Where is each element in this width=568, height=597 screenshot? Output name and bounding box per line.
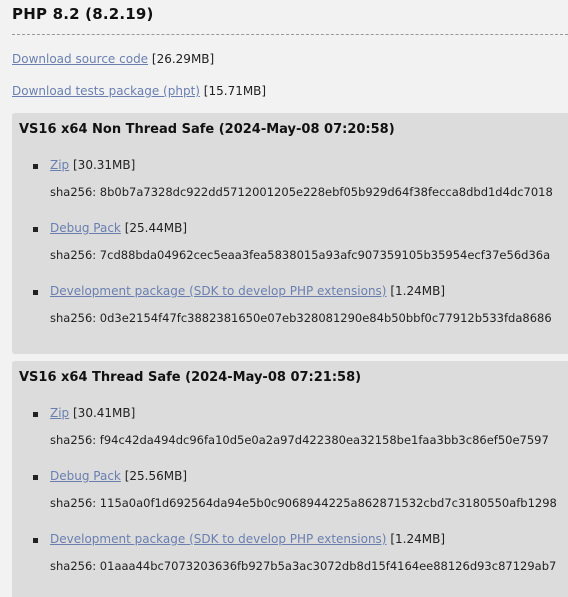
title-divider [12, 34, 568, 35]
source-download-row: Download source code [26.29MB] [12, 52, 214, 66]
zip-link[interactable]: Zip [50, 158, 69, 172]
build-title: VS16 x64 Thread Safe (2024-May-08 07:21:… [19, 370, 362, 385]
release-title: PHP 8.2 (8.2.19) [12, 5, 154, 23]
bullet-icon [33, 164, 38, 169]
sha256-hash: sha256: 01aaa44bc7073203636fb927b5a3ac30… [50, 559, 557, 573]
build-box-ts: VS16 x64 Thread Safe (2024-May-08 07:21:… [12, 361, 568, 597]
dev-package-link[interactable]: Development package (SDK to develop PHP … [50, 532, 387, 546]
sha256-hash: sha256: 8b0b7a7328dc922dd5712001205e228e… [50, 185, 553, 199]
download-source-link[interactable]: Download source code [12, 52, 148, 66]
sha256-hash: sha256: 0d3e2154f47fc3882381650e07eb3280… [50, 311, 552, 325]
debug-pack-link[interactable]: Debug Pack [50, 469, 121, 483]
tests-size: [15.71MB] [203, 84, 267, 98]
build-box-nts: VS16 x64 Non Thread Safe (2024-May-08 07… [12, 113, 568, 354]
sha256-hash: sha256: 115a0a0f1d692564da94e5b0c9068944… [50, 496, 557, 510]
bullet-icon [33, 412, 38, 417]
bullet-icon [33, 475, 38, 480]
page: PHP 8.2 (8.2.19) Download source code [2… [0, 0, 568, 597]
zip-link[interactable]: Zip [50, 406, 69, 420]
sha256-hash: sha256: 7cd88bda04962cec5eaa3fea5838015a… [50, 248, 551, 262]
dev-package-size: [1.24MB] [390, 284, 445, 298]
sha256-hash: sha256: f94c42da494dc96fa10d5e0a2a97d422… [50, 433, 549, 447]
debug-pack-size: [25.44MB] [124, 221, 188, 235]
zip-size: [30.41MB] [73, 406, 136, 420]
dev-package-link[interactable]: Development package (SDK to develop PHP … [50, 284, 387, 298]
zip-size: [30.31MB] [73, 158, 136, 172]
tests-download-row: Download tests package (phpt) [15.71MB] [12, 84, 266, 98]
debug-pack-link[interactable]: Debug Pack [50, 221, 121, 235]
bullet-icon [33, 227, 38, 232]
bullet-icon [33, 290, 38, 295]
bullet-icon [33, 538, 38, 543]
dev-package-size: [1.24MB] [390, 532, 445, 546]
download-tests-link[interactable]: Download tests package (phpt) [12, 84, 200, 98]
debug-pack-size: [25.56MB] [124, 469, 188, 483]
build-title: VS16 x64 Non Thread Safe (2024-May-08 07… [19, 122, 395, 137]
source-size: [26.29MB] [151, 52, 215, 66]
